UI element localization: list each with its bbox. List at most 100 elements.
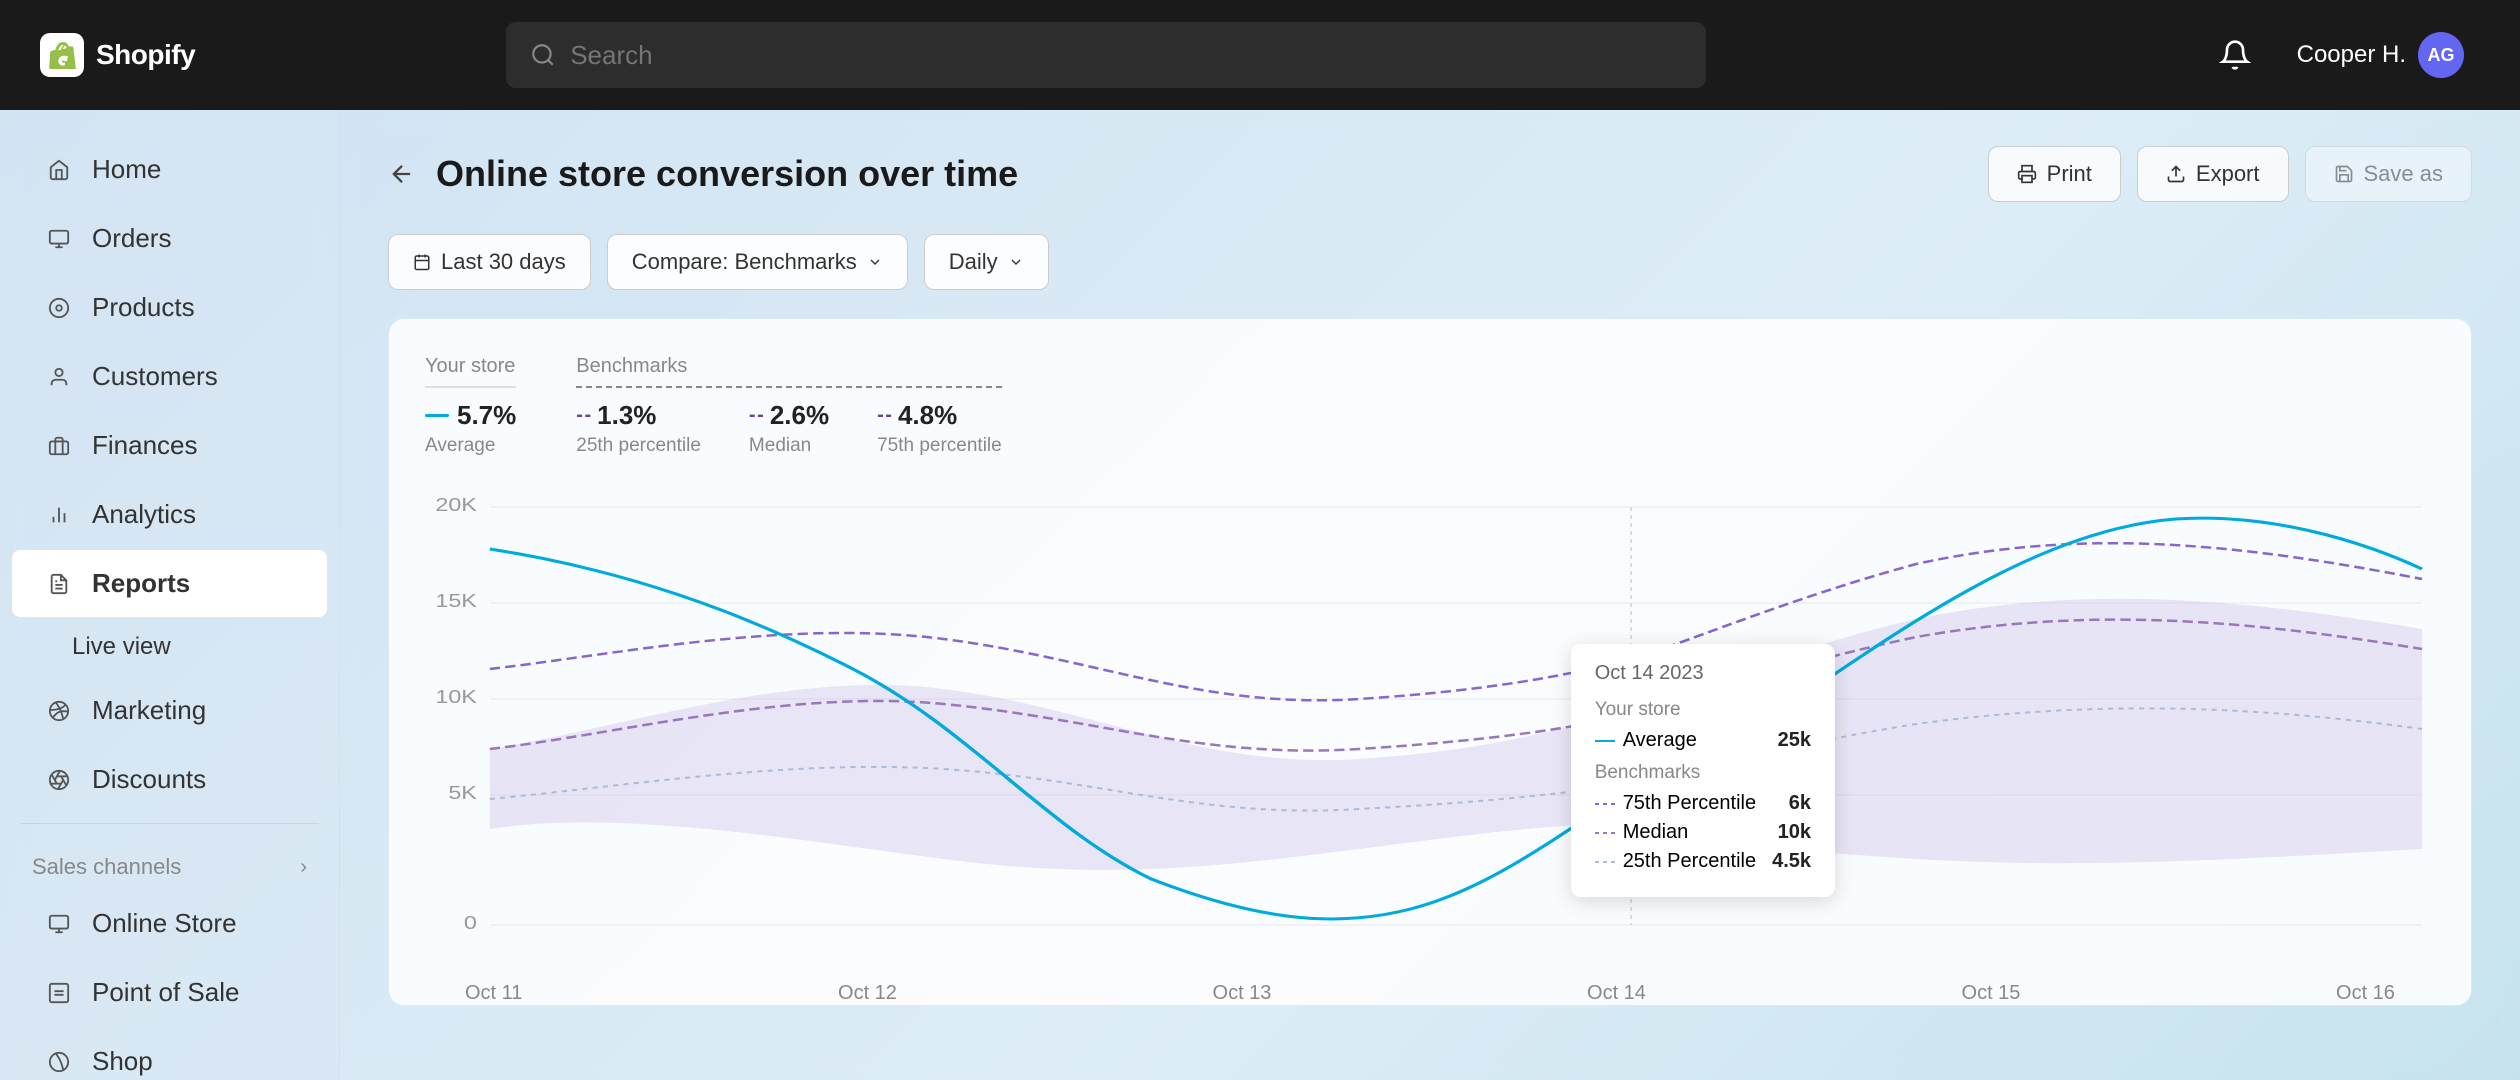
export-button[interactable]: Export <box>2137 146 2289 202</box>
stat-value-median: - - 2.6% <box>749 400 829 431</box>
sidebar-item-shop[interactable]: Shop <box>12 1028 327 1080</box>
chart-svg: 20K 15K 10K 5K 0 <box>425 489 2435 969</box>
shop-icon <box>44 1047 74 1077</box>
sidebar-item-home-label: Home <box>92 154 161 185</box>
svg-text:0: 0 <box>464 913 477 933</box>
average-line-indicator <box>425 414 449 417</box>
interval-chevron-icon <box>1008 254 1024 270</box>
p75-line-indicator: - - <box>877 404 890 427</box>
sidebar-item-products[interactable]: Products <box>12 274 327 341</box>
products-icon <box>44 293 74 323</box>
chevron-down-icon <box>867 254 883 270</box>
calendar-icon <box>413 253 431 271</box>
tooltip-median-row: Median 10k <box>1595 821 1811 844</box>
date-range-label: Last 30 days <box>441 249 566 275</box>
median-value: 2.6% <box>770 400 829 431</box>
customers-icon <box>44 362 74 392</box>
your-store-label: Your store <box>425 355 516 388</box>
average-value: 5.7% <box>457 400 516 431</box>
sidebar-item-customers[interactable]: Customers <box>12 343 327 410</box>
your-store-stat-group: Your store 5.7% Average <box>425 355 516 457</box>
discounts-icon <box>44 765 74 795</box>
tooltip-p75-row: 75th Percentile 6k <box>1595 792 1811 815</box>
sidebar-item-point-of-sale[interactable]: Point of Sale <box>12 959 327 1026</box>
sidebar-item-online-store-label: Online Store <box>92 908 237 939</box>
sidebar-item-live-view[interactable]: Live view <box>0 619 339 675</box>
sidebar-item-reports[interactable]: Reports <box>12 550 327 617</box>
chart-tooltip: Oct 14 2023 Your store Average 25k Bench… <box>1571 644 1835 897</box>
interval-filter[interactable]: Daily <box>924 234 1049 290</box>
tooltip-date: Oct 14 2023 <box>1595 662 1811 685</box>
online-store-icon <box>44 909 74 939</box>
tooltip-median-value: 10k <box>1778 821 1811 844</box>
search-bar[interactable] <box>506 22 1706 88</box>
sidebar-item-analytics-label: Analytics <box>92 499 196 530</box>
back-button[interactable] <box>388 160 416 188</box>
nav-divider-1 <box>20 823 319 824</box>
tooltip-median-label: Median <box>1623 821 1689 844</box>
tooltip-benchmarks-title: Benchmarks <box>1595 762 1811 784</box>
user-name: Cooper H. <box>2297 41 2406 69</box>
sidebar-item-products-label: Products <box>92 292 195 323</box>
sidebar-item-home[interactable]: Home <box>12 136 327 203</box>
sidebar-item-orders[interactable]: Orders <box>12 205 327 272</box>
finances-icon <box>44 431 74 461</box>
page-title: Online store conversion over time <box>436 153 1018 195</box>
chart-card: Your store 5.7% Average Benchmarks <box>388 318 2472 1006</box>
tooltip-average-label: Average <box>1623 729 1697 752</box>
sales-channels-expand-icon: › <box>300 856 307 879</box>
stat-item-average: 5.7% Average <box>425 400 516 457</box>
sidebar-item-marketing[interactable]: Marketing <box>12 677 327 744</box>
sidebar-item-live-view-label: Live view <box>72 633 171 661</box>
search-icon <box>530 42 556 68</box>
benchmarks-stat-group: Benchmarks - - 1.3% 25th percentile - - <box>576 355 1001 457</box>
search-input[interactable] <box>570 40 1682 71</box>
tooltip-median-line <box>1595 832 1615 834</box>
reports-icon <box>44 569 74 599</box>
header-actions: Print Export Save as <box>1988 146 2472 202</box>
page-header: Online store conversion over time Print … <box>388 146 2472 202</box>
export-icon <box>2166 164 2186 184</box>
x-label-oct11: Oct 11 <box>465 982 522 1005</box>
sales-channels-label: Sales channels <box>32 854 181 880</box>
x-label-oct12: Oct 12 <box>838 982 897 1005</box>
sidebar-item-discounts-label: Discounts <box>92 764 206 795</box>
sidebar: Home Orders Products Customers Finances <box>0 110 340 1080</box>
compare-filter[interactable]: Compare: Benchmarks <box>607 234 908 290</box>
svg-text:15K: 15K <box>435 591 477 611</box>
tooltip-p75-label: 75th Percentile <box>1623 792 1756 815</box>
svg-text:5K: 5K <box>448 783 477 803</box>
tooltip-p25-row: 25th Percentile 4.5k <box>1595 850 1811 873</box>
date-range-filter[interactable]: Last 30 days <box>388 234 591 290</box>
page-title-row: Online store conversion over time <box>388 153 1018 195</box>
orders-icon <box>44 224 74 254</box>
average-label: Average <box>425 435 516 457</box>
stat-item-p75: - - 4.8% 75th percentile <box>877 400 1002 457</box>
sidebar-item-point-of-sale-label: Point of Sale <box>92 977 239 1008</box>
print-button[interactable]: Print <box>1988 146 2121 202</box>
main-content: Online store conversion over time Print … <box>340 110 2520 1080</box>
save-as-label: Save as <box>2364 161 2444 187</box>
benchmarks-label: Benchmarks <box>576 355 1001 388</box>
topbar-right: Cooper H. AG <box>2209 24 2480 86</box>
analytics-icon <box>44 500 74 530</box>
sidebar-item-finances[interactable]: Finances <box>12 412 327 479</box>
sidebar-item-analytics[interactable]: Analytics <box>12 481 327 548</box>
user-menu-button[interactable]: Cooper H. AG <box>2281 24 2480 86</box>
interval-label: Daily <box>949 249 998 275</box>
export-label: Export <box>2196 161 2260 187</box>
sidebar-item-discounts[interactable]: Discounts <box>12 746 327 813</box>
marketing-icon <box>44 696 74 726</box>
home-icon <box>44 155 74 185</box>
sales-channels-section[interactable]: Sales channels › <box>0 834 339 888</box>
save-as-button[interactable]: Save as <box>2305 146 2473 202</box>
logo-area: Shopify <box>40 33 240 77</box>
notifications-button[interactable] <box>2209 29 2261 81</box>
back-arrow-icon <box>388 160 416 188</box>
sidebar-item-online-store[interactable]: Online Store <box>12 890 327 957</box>
p25-value: 1.3% <box>597 400 656 431</box>
svg-text:10K: 10K <box>435 687 477 707</box>
logo-text: Shopify <box>96 39 195 71</box>
tooltip-your-store-title: Your store <box>1595 699 1811 721</box>
topbar: Shopify Cooper H. AG <box>0 0 2520 110</box>
